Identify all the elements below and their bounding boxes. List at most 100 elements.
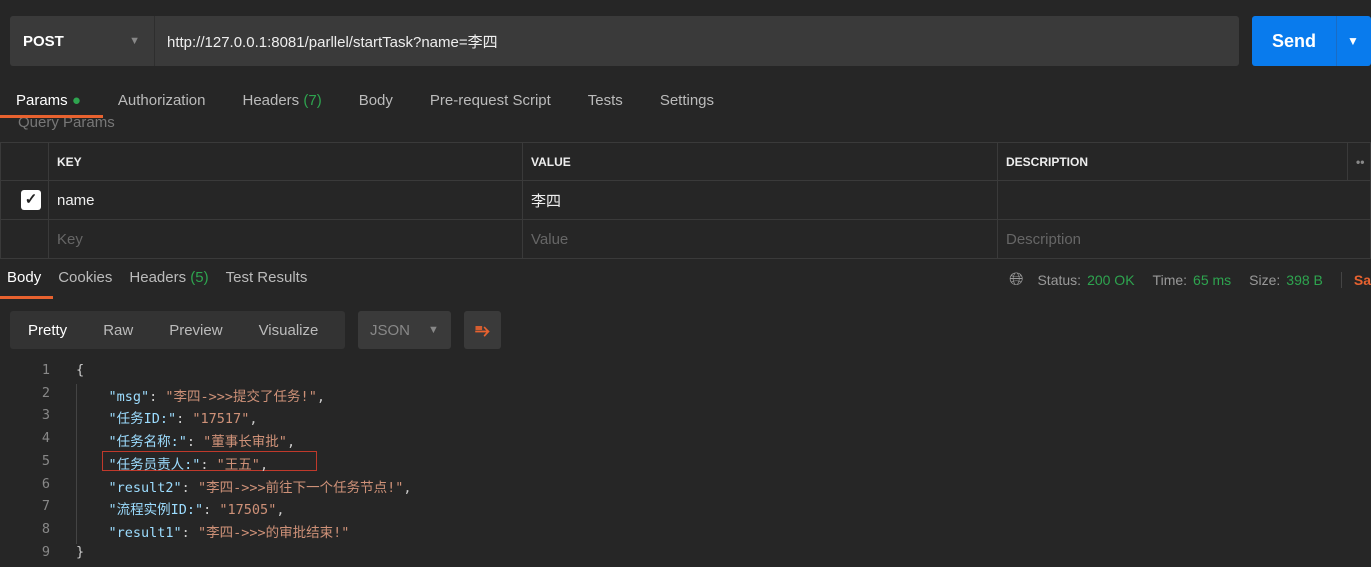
format-select[interactable]: JSON ▼ [358,311,451,349]
tab-params[interactable]: Params ● [16,92,81,109]
save-response-button[interactable]: Sa [1340,271,1371,288]
description-header: DESCRIPTION [997,142,1348,181]
chevron-down-icon: ▼ [428,324,439,336]
headers-count: (5) [190,269,209,286]
request-tabs: Params ● Authorization Headers (7) Body … [16,90,751,110]
value-input[interactable]: Value [522,219,998,259]
json-string: "李四->>>前往下一个任务节点!" [197,479,404,496]
tab-test-results[interactable]: Test Results [226,269,308,286]
line-number: 3 [41,407,50,424]
json-string: "李四->>>的审批结束!" [197,524,350,541]
tab-headers[interactable]: Headers (7) [242,92,321,109]
tab-pre-request-script[interactable]: Pre-request Script [430,92,551,109]
status-value: 200 OK [1087,271,1135,288]
active-tab-indicator [0,115,103,118]
json-punct: : [200,456,217,473]
response-meta: 🌐︎ Status: 200 OK Time: 65 ms Size: 398 B S… [1009,269,1371,290]
code-line: "任务名称:": "董事长审批", [76,430,296,451]
view-raw[interactable]: Raw [85,322,151,339]
tab-cookies[interactable]: Cookies [58,269,112,286]
tab-settings[interactable]: Settings [660,92,714,109]
line-number: 7 [41,498,50,515]
tab-response-headers[interactable]: Headers (5) [129,269,208,286]
json-punct: : [181,524,198,541]
tab-authorization[interactable]: Authorization [118,92,206,109]
headers-count: (7) [303,91,322,109]
table-row-empty: Key Value Description [0,219,1371,259]
line-number: 1 [41,362,50,378]
url-input[interactable]: http://127.0.0.1:8081/parllel/startTask?… [155,31,498,52]
description-input[interactable]: Description [997,219,1371,259]
json-punct: : [186,434,204,451]
tab-label: Headers [242,91,300,109]
response-tabs: Body Cookies Headers (5) Test Results [7,269,324,286]
active-tab-indicator [0,296,53,299]
json-key: "任务名称:" [108,434,187,451]
time-value: 65 ms [1193,271,1232,288]
json-punct: , [286,434,296,451]
key-input[interactable]: Key [48,219,523,259]
json-punct: , [249,411,258,428]
json-punct [76,502,109,518]
line-number: 5 [41,452,50,469]
json-punct: } [76,543,85,560]
json-string: "17517" [192,411,250,428]
view-visualize[interactable]: Visualize [241,322,337,339]
status-label: Status: [1037,271,1082,288]
view-preview[interactable]: Preview [151,322,240,339]
key-cell[interactable]: name [48,180,523,220]
json-punct: : [203,502,220,519]
size-value: 398 B [1286,271,1323,288]
send-button[interactable]: Send ▼ [1252,16,1371,66]
line-number: 4 [41,430,50,447]
chevron-down-icon[interactable]: ▼ [1337,34,1359,48]
json-string: "董事长审批" [203,434,287,451]
active-dot-icon: ● [71,91,81,109]
value-header: VALUE [522,142,998,181]
json-punct: { [76,362,85,378]
send-label: Send [1252,16,1337,66]
json-punct [76,434,109,450]
table-header: KEY VALUE DESCRIPTION •• [0,142,1371,181]
method-label: POST [23,32,64,50]
tab-body[interactable]: Body [359,92,393,109]
globe-icon[interactable]: 🌐︎ [1009,269,1023,290]
tab-label: Headers [129,269,187,286]
json-punct [76,480,109,496]
tab-response-body[interactable]: Body [7,269,41,286]
size-label: Size: [1249,271,1281,288]
json-punct: : [181,479,198,496]
json-punct [76,457,109,473]
wrap-lines-icon[interactable]: ⥱ [464,311,501,349]
json-key: "result2" [108,479,182,496]
checkbox-checked[interactable]: ✓ [21,190,41,210]
key-header: KEY [48,142,523,181]
code-line: "任务员责人:": "王五", [76,453,269,473]
time-label: Time: [1152,271,1188,288]
code-line: { [76,362,84,378]
chevron-down-icon: ▼ [129,35,140,47]
json-punct: , [316,388,325,405]
value-cell[interactable]: 李四 [522,180,998,220]
json-key: "任务员责人:" [108,456,201,473]
json-punct [76,411,109,427]
tab-tests[interactable]: Tests [588,92,623,109]
json-punct: : [149,388,166,405]
view-mode-group: Pretty Raw Preview Visualize [10,311,345,349]
view-pretty[interactable]: Pretty [10,322,85,339]
json-punct: : [176,411,193,428]
line-number: 6 [41,475,50,492]
table-row: ✓ name 李四 [0,180,1371,220]
json-punct [76,525,109,541]
format-label: JSON [370,321,411,339]
more-options-icon[interactable]: •• [1347,142,1371,181]
json-string: "王五" [216,456,260,473]
json-punct: , [259,456,269,473]
json-string: "17505" [219,502,277,519]
description-cell[interactable] [997,180,1371,220]
tab-label: Params [16,91,68,109]
method-select[interactable]: POST ▼ [10,16,155,66]
code-line: "流程实例ID:": "17505", [76,498,285,519]
json-string: "李四->>>提交了任务!" [165,388,317,405]
code-line: } [76,544,84,560]
